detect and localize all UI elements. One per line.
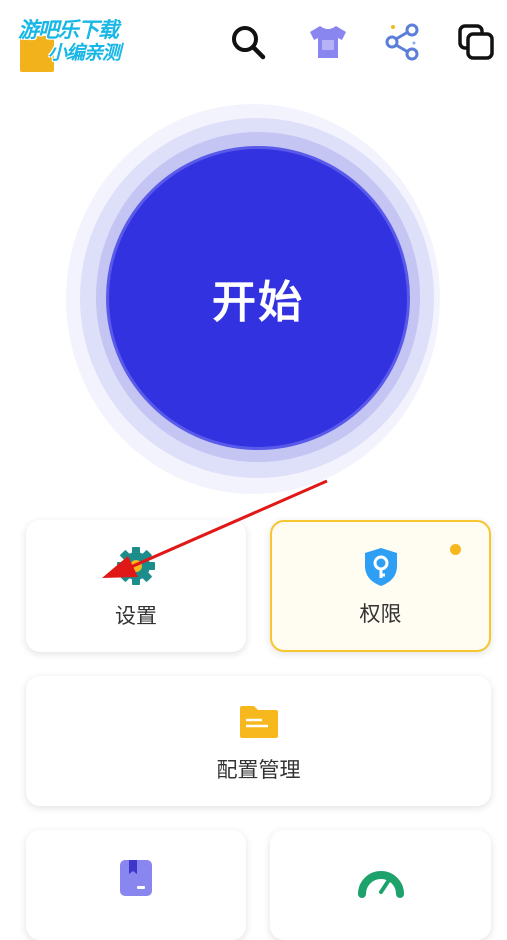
- permissions-label: 权限: [359, 602, 402, 626]
- bookmark-card[interactable]: [26, 830, 246, 940]
- gear-icon: [117, 547, 155, 585]
- config-management-label: 配置管理: [216, 758, 301, 782]
- search-button[interactable]: [226, 20, 270, 64]
- settings-label: 设置: [115, 604, 157, 628]
- permissions-card[interactable]: 权限: [270, 520, 491, 652]
- config-management-card[interactable]: 配置管理: [26, 676, 491, 806]
- settings-card[interactable]: 设置: [26, 520, 246, 652]
- start-button-label: 开始: [212, 277, 304, 328]
- start-button[interactable]: 开始: [106, 146, 410, 450]
- shield-key-icon: [364, 548, 397, 586]
- speedometer-icon: [357, 871, 404, 898]
- theme-button[interactable]: [306, 20, 350, 64]
- notification-dot: [450, 544, 461, 555]
- tshirt-icon: [310, 26, 346, 58]
- search-icon: [232, 26, 266, 60]
- watermark-line2: 小编亲测: [48, 42, 121, 64]
- watermark: 游吧乐下载 小编亲测: [14, 10, 144, 72]
- share-icon: [385, 23, 419, 61]
- folder-icon: [239, 706, 278, 738]
- bookmark-icon: [120, 860, 152, 896]
- share-button[interactable]: [380, 20, 424, 64]
- speed-card[interactable]: [270, 830, 491, 940]
- copy-icon: [458, 24, 494, 60]
- copy-button[interactable]: [454, 20, 498, 64]
